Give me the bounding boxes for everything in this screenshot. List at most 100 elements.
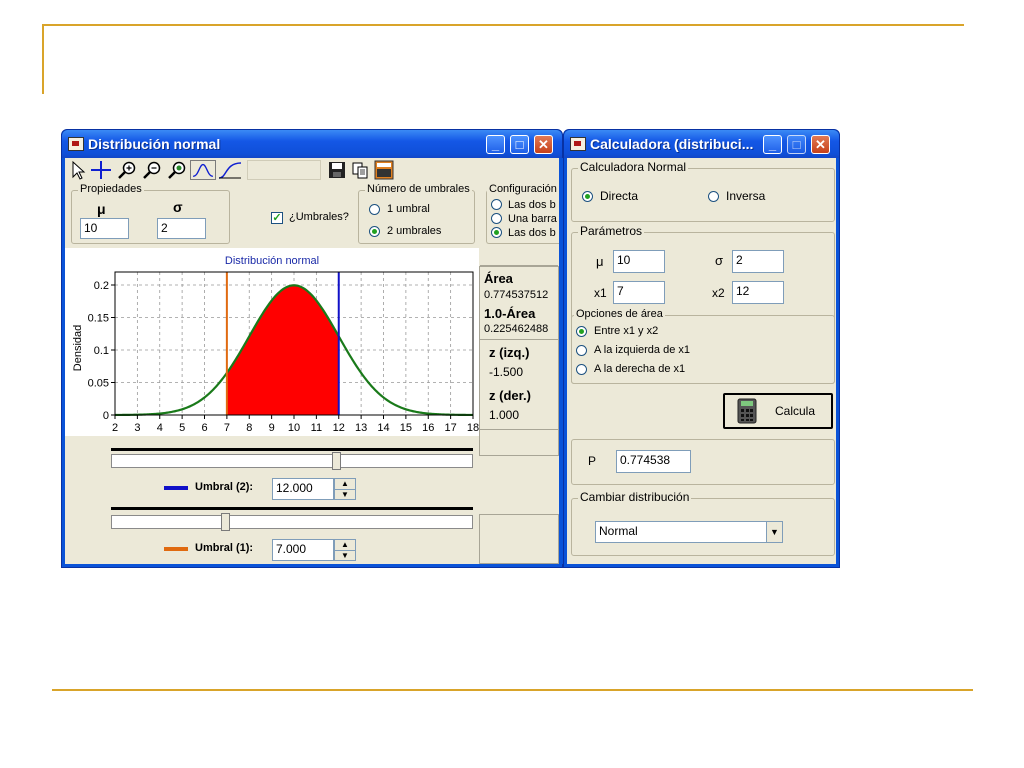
threshold1-slider[interactable] bbox=[111, 515, 473, 529]
zoom-in-icon[interactable] bbox=[116, 160, 138, 180]
x2-input[interactable]: 12 bbox=[732, 281, 784, 304]
x-tick-label: 5 bbox=[179, 422, 185, 434]
density-curve-icon[interactable] bbox=[190, 160, 216, 180]
x-tick-label: 4 bbox=[157, 422, 163, 434]
sigma-label: σ bbox=[173, 199, 183, 215]
x-tick-label: 16 bbox=[422, 422, 434, 434]
complement-label: 1.0-Área bbox=[484, 306, 536, 321]
config-option2-radio[interactable] bbox=[491, 213, 502, 224]
z-left-value: -1.500 bbox=[489, 365, 524, 379]
direct-label: Directa bbox=[600, 189, 639, 203]
calc-mu-input[interactable]: 10 bbox=[613, 250, 665, 273]
slide-top-line bbox=[42, 24, 964, 26]
two-thresholds-radio[interactable] bbox=[369, 226, 380, 237]
calculate-button[interactable]: Calcula bbox=[723, 393, 833, 429]
threshold2-slider[interactable] bbox=[111, 454, 473, 468]
spin-up-icon[interactable]: ▲ bbox=[335, 479, 355, 490]
threshold2-label: Umbral (2): bbox=[195, 481, 254, 493]
calc-mu-label: μ bbox=[596, 254, 604, 269]
zoom-auto-icon[interactable] bbox=[166, 160, 188, 180]
calc-sigma-input[interactable]: 2 bbox=[732, 250, 784, 273]
save-icon[interactable] bbox=[327, 160, 347, 180]
properties-group-title: Propiedades bbox=[78, 183, 144, 195]
cumulative-curve-icon[interactable] bbox=[217, 160, 243, 180]
slider1-top-line bbox=[111, 507, 473, 510]
threshold1-label: Umbral (1): bbox=[195, 542, 254, 554]
direct-radio[interactable] bbox=[582, 191, 593, 202]
config-option3-label: Las dos b bbox=[508, 227, 556, 239]
maximize-button[interactable]: □ bbox=[510, 135, 529, 154]
distribution-window: Distribución normal _ □ ✕ Propiedades μ … bbox=[61, 129, 565, 568]
window-title: Distribución normal bbox=[88, 136, 221, 152]
left-of-x1-radio[interactable] bbox=[576, 345, 587, 356]
x2-label: x2 bbox=[712, 286, 725, 300]
threshold1-slider-thumb[interactable] bbox=[221, 513, 230, 531]
calc-maximize-button[interactable]: □ bbox=[787, 135, 806, 154]
inverse-radio[interactable] bbox=[708, 191, 719, 202]
calc-title-bar[interactable]: Calculadora (distribuci... _ □ ✕ bbox=[564, 130, 839, 158]
x-tick-label: 13 bbox=[355, 422, 367, 434]
distribution-select[interactable]: Normal ▼ bbox=[595, 521, 783, 543]
config-option1-radio[interactable] bbox=[491, 199, 502, 210]
close-icon: ✕ bbox=[815, 137, 826, 152]
pointer-icon[interactable] bbox=[68, 160, 88, 180]
maximize-icon: □ bbox=[792, 137, 801, 152]
slide-left-line bbox=[42, 24, 44, 94]
one-threshold-radio[interactable] bbox=[369, 204, 380, 215]
num-thresholds-group: Número de umbrales 1 umbral 2 umbrales bbox=[358, 183, 475, 244]
app-icon bbox=[68, 137, 84, 151]
x-tick-label: 2 bbox=[112, 422, 118, 434]
area-label: Área bbox=[484, 271, 513, 286]
zoom-out-icon[interactable] bbox=[141, 160, 163, 180]
distribution-selected-value: Normal bbox=[599, 524, 638, 538]
x-tick-label: 3 bbox=[134, 422, 140, 434]
spin-up-icon[interactable]: ▲ bbox=[335, 540, 355, 551]
info-divider-top bbox=[480, 265, 558, 266]
spin-down-icon[interactable]: ▼ bbox=[335, 551, 355, 561]
calc-app-icon bbox=[570, 137, 586, 151]
two-thresholds-label: 2 umbrales bbox=[387, 225, 442, 237]
calc-close-button[interactable]: ✕ bbox=[811, 135, 830, 154]
close-button[interactable]: ✕ bbox=[534, 135, 553, 154]
threshold2-color-swatch bbox=[164, 486, 188, 490]
copy-icon[interactable] bbox=[350, 160, 370, 180]
empty-tool-slot bbox=[247, 160, 321, 180]
threshold1-color-swatch bbox=[164, 547, 188, 551]
calculator-keypad-icon bbox=[737, 398, 757, 424]
right-of-x1-label: A la derecha de x1 bbox=[594, 363, 686, 375]
threshold1-spinner[interactable]: ▲ ▼ bbox=[334, 539, 356, 561]
x1-input[interactable]: 7 bbox=[613, 281, 665, 304]
calculator-icon[interactable] bbox=[373, 160, 395, 180]
sigma-input[interactable]: 2 bbox=[157, 218, 206, 239]
calc-mode-title: Calculadora Normal bbox=[578, 160, 689, 174]
x-tick-label: 18 bbox=[467, 422, 479, 434]
main-client-area: Propiedades μ σ 10 2 ✓ ¿Umbrales? Número… bbox=[65, 158, 565, 564]
minimize-button[interactable]: _ bbox=[486, 135, 505, 154]
calc-minimize-button[interactable]: _ bbox=[763, 135, 782, 154]
threshold1-input[interactable]: 7.000 bbox=[272, 539, 334, 561]
info-divider-2 bbox=[480, 429, 558, 430]
calc-client-area: Calculadora Normal Directa Inversa Parám… bbox=[567, 158, 836, 564]
crosshair-icon[interactable] bbox=[90, 160, 112, 180]
complement-value: 0.225462488 bbox=[484, 323, 549, 335]
title-bar[interactable]: Distribución normal _ □ ✕ bbox=[62, 130, 562, 158]
minimize-icon: _ bbox=[768, 137, 777, 152]
x-tick-label: 9 bbox=[269, 422, 275, 434]
config-option3-radio[interactable] bbox=[491, 227, 502, 238]
dropdown-arrow-icon[interactable]: ▼ bbox=[766, 522, 782, 542]
chart: Distribución normal Densidad 2 3 4 5 6 7 8 9 10 1… bbox=[72, 255, 479, 434]
mu-input[interactable]: 10 bbox=[80, 218, 129, 239]
x-tick-label: 12 bbox=[333, 422, 345, 434]
right-of-x1-radio[interactable] bbox=[576, 364, 587, 375]
threshold2-spinner[interactable]: ▲ ▼ bbox=[334, 478, 356, 500]
spin-down-icon[interactable]: ▼ bbox=[335, 490, 355, 500]
between-label: Entre x1 y x2 bbox=[594, 325, 659, 337]
threshold2-input[interactable]: 12.000 bbox=[272, 478, 334, 500]
x-tick-label: 8 bbox=[246, 422, 252, 434]
between-radio[interactable] bbox=[576, 326, 587, 337]
x-tick-label: 10 bbox=[288, 422, 300, 434]
thresholds-checkbox[interactable]: ✓ bbox=[271, 212, 283, 224]
thresholds-checkbox-label: ¿Umbrales? bbox=[289, 211, 349, 223]
z-right-label: z (der.) bbox=[489, 388, 531, 403]
threshold2-slider-thumb[interactable] bbox=[332, 452, 341, 470]
